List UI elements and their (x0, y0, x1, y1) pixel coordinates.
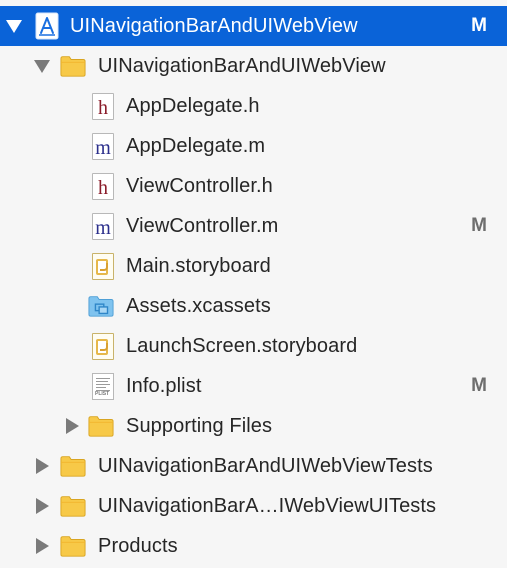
disclosure-collapsed-icon[interactable] (64, 418, 80, 434)
group-row[interactable]: UINavigationBarA…IWebViewUITests (0, 486, 507, 526)
disclosure-expanded-icon[interactable] (6, 18, 22, 34)
group-row[interactable]: UINavigationBarAndUIWebView (0, 46, 507, 86)
folder-icon (60, 52, 86, 80)
file-row[interactable]: h ViewController.h (0, 166, 507, 206)
folder-icon (60, 532, 86, 560)
file-name: Assets.xcassets (126, 295, 271, 317)
group-name: Supporting Files (126, 415, 273, 437)
file-row[interactable]: LaunchScreen.storyboard (0, 326, 507, 366)
header-file-icon: h (90, 92, 116, 120)
group-row[interactable]: Supporting Files (0, 406, 507, 446)
file-name: ViewController.h (126, 175, 273, 197)
disclosure-collapsed-icon[interactable] (34, 458, 50, 474)
plist-file-icon: PLIST (90, 372, 116, 400)
group-row[interactable]: Products (0, 526, 507, 566)
modified-badge: M (471, 15, 487, 36)
project-row[interactable]: UINavigationBarAndUIWebView M (0, 6, 507, 46)
file-row[interactable]: PLIST Info.plist M (0, 366, 507, 406)
project-navigator: UINavigationBarAndUIWebView M UINavigati… (0, 0, 507, 568)
disclosure-expanded-icon[interactable] (34, 58, 50, 74)
file-name: AppDelegate.m (126, 135, 266, 157)
file-name: Info.plist (126, 375, 202, 397)
file-name: ViewController.m (126, 215, 279, 237)
disclosure-collapsed-icon[interactable] (34, 498, 50, 514)
file-row[interactable]: Assets.xcassets (0, 286, 507, 326)
project-name: UINavigationBarAndUIWebView (70, 15, 358, 37)
storyboard-icon (90, 332, 116, 360)
group-name: UINavigationBarAndUIWebViewTests (98, 455, 433, 477)
implementation-file-icon: m (90, 212, 116, 240)
group-row[interactable]: UINavigationBarAndUIWebViewTests (0, 446, 507, 486)
file-row[interactable]: m ViewController.m M (0, 206, 507, 246)
group-name: UINavigationBarA…IWebViewUITests (98, 495, 437, 517)
group-name: UINavigationBarAndUIWebView (98, 55, 386, 77)
xcode-project-icon (34, 12, 60, 40)
file-row[interactable]: Main.storyboard (0, 246, 507, 286)
folder-icon (60, 492, 86, 520)
disclosure-collapsed-icon[interactable] (34, 538, 50, 554)
file-row[interactable]: h AppDelegate.h (0, 86, 507, 126)
folder-icon (88, 412, 114, 440)
file-row[interactable]: m AppDelegate.m (0, 126, 507, 166)
file-name: Main.storyboard (126, 255, 271, 277)
file-name: LaunchScreen.storyboard (126, 335, 358, 357)
header-file-icon: h (90, 172, 116, 200)
asset-catalog-folder-icon (88, 292, 114, 320)
folder-icon (60, 452, 86, 480)
group-name: Products (98, 535, 178, 557)
modified-badge: M (471, 215, 487, 236)
storyboard-icon (90, 252, 116, 280)
modified-badge: M (471, 375, 487, 396)
implementation-file-icon: m (90, 132, 116, 160)
file-name: AppDelegate.h (126, 95, 260, 117)
